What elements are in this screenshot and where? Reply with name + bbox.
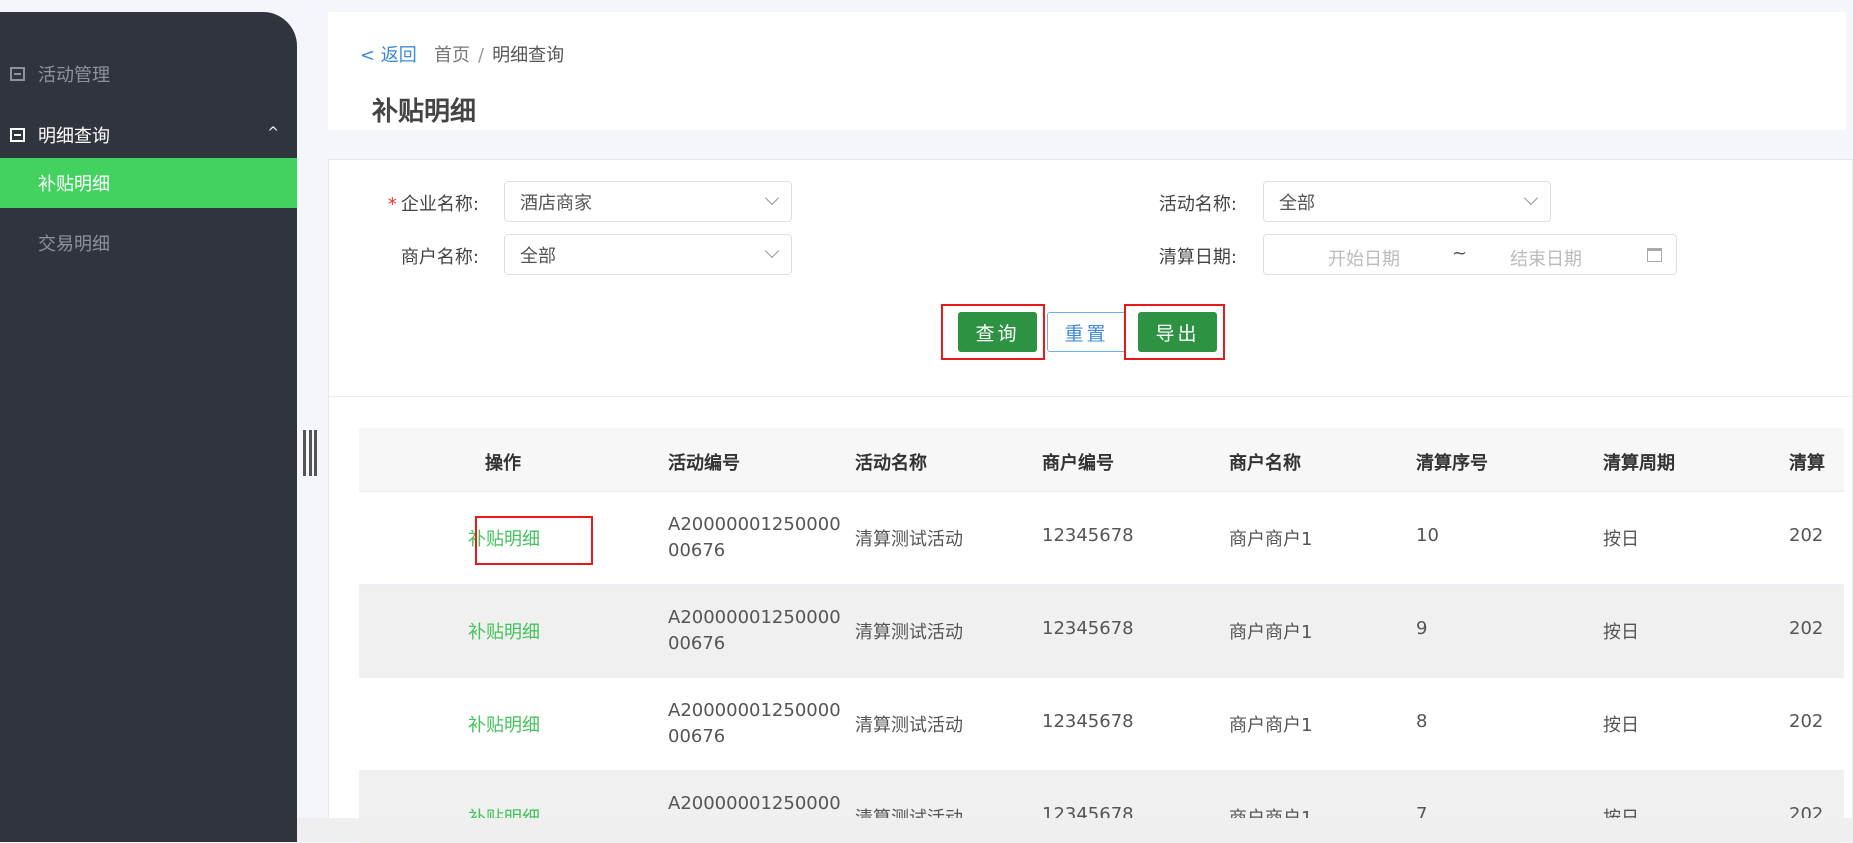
subsidy-detail-link[interactable]: 补贴明细 [468, 618, 540, 644]
activity-code: A2000000125000000676 [668, 700, 841, 747]
settlement-period: 按日 [1603, 622, 1639, 643]
column-header: 清算周期 [1603, 453, 1675, 474]
activity-name: 清算测试活动 [855, 715, 963, 736]
sidebar-item-subsidy-detail[interactable]: 补贴明细 [0, 158, 297, 208]
merchant-select[interactable]: 全部 [504, 234, 792, 275]
form-icon [10, 67, 25, 81]
table-row: 补贴明细 A2000000125000000676 清算测试活动 1234567… [359, 585, 1844, 678]
highlight-box [1124, 304, 1225, 360]
subsidy-detail-link[interactable]: 补贴明细 [468, 711, 540, 737]
settlement-date: 202 [1789, 711, 1824, 732]
sidebar-item-label: 补贴明细 [38, 174, 110, 195]
chevron-up-icon: ^ [267, 125, 279, 141]
data-table: 操作 活动编号 活动名称 商户编号 商户名称 清算序号 清算周期 清算 补贴明细… [359, 428, 1844, 843]
sidebar-item-label: 明细查询 [38, 126, 110, 147]
breadcrumb-home[interactable]: 首页 [434, 45, 470, 66]
chevron-down-icon [1523, 190, 1539, 206]
activity-label: 活动名称: [1158, 194, 1237, 215]
activity-name: 清算测试活动 [855, 529, 963, 550]
settlement-seq: 9 [1416, 618, 1428, 639]
chevron-down-icon [764, 190, 780, 206]
merchant-label: 商户名称: [400, 247, 479, 268]
column-header: 清算序号 [1416, 453, 1488, 474]
chevron-down-icon [764, 243, 780, 259]
date-start-input[interactable]: 开始日期 [1328, 245, 1400, 271]
column-header: 商户名称 [1229, 453, 1301, 474]
date-separator: ~ [1452, 243, 1468, 264]
sidebar-item-activity-management[interactable]: 活动管理 [0, 46, 297, 102]
sidebar-item-label: 活动管理 [38, 65, 110, 86]
highlight-box [941, 304, 1045, 360]
column-header: 商户编号 [1042, 453, 1114, 474]
main-panel: * 企业名称: 酒店商家 活动名称: 全部 商户名称: 全部 清算日期: 开始日期… [328, 159, 1853, 843]
calendar-icon [1647, 248, 1662, 262]
sidebar-item-label: 交易明细 [38, 234, 110, 255]
date-end-input[interactable]: 结束日期 [1510, 245, 1582, 271]
column-header: 活动编号 [668, 453, 740, 474]
date-label: 清算日期: [1158, 247, 1237, 268]
merchant-number: 12345678 [1042, 711, 1134, 732]
breadcrumb-current: 明细查询 [492, 45, 565, 66]
settlement-seq: 10 [1416, 525, 1439, 546]
table-row: 补贴明细 A2000000125000000676 清算测试活动 1234567… [359, 678, 1844, 771]
merchant-name: 商户商户1 [1229, 715, 1313, 736]
merchant-name: 商户商户1 [1229, 529, 1313, 550]
activity-code: A2000000125000000676 [668, 514, 841, 561]
horizontal-scrollbar[interactable] [297, 818, 1853, 842]
highlight-box [475, 516, 593, 565]
activity-code: A2000000125000000676 [668, 607, 841, 654]
column-header: 操作 [485, 453, 521, 474]
sidebar-resize-handle[interactable] [303, 430, 317, 476]
sidebar-item-detail-query[interactable]: 明细查询 ^ [0, 107, 297, 163]
form-icon [10, 128, 25, 142]
required-mark: * [387, 194, 397, 215]
merchant-number: 12345678 [1042, 618, 1134, 639]
settlement-date: 202 [1789, 618, 1824, 639]
activity-name: 清算测试活动 [855, 622, 963, 643]
activity-select[interactable]: 全部 [1263, 181, 1551, 222]
table-header: 操作 活动编号 活动名称 商户编号 商户名称 清算序号 清算周期 清算 [359, 428, 1844, 492]
date-range-picker[interactable]: 开始日期 ~ 结束日期 [1263, 234, 1677, 275]
company-label: * 企业名称: [387, 194, 479, 215]
page-header: < 返回 首页 / 明细查询 补贴明细 [328, 12, 1846, 130]
settlement-date: 202 [1789, 525, 1824, 546]
settlement-period: 按日 [1603, 529, 1639, 550]
back-link[interactable]: < 返回 [360, 41, 417, 67]
sidebar-item-transaction-detail[interactable]: 交易明细 [0, 218, 297, 268]
sidebar: 活动管理 明细查询 ^ 补贴明细 交易明细 [0, 12, 297, 842]
merchant-number: 12345678 [1042, 525, 1134, 546]
settlement-period: 按日 [1603, 715, 1639, 736]
breadcrumb: 首页 / 明细查询 [434, 41, 564, 67]
company-select[interactable]: 酒店商家 [504, 181, 792, 222]
merchant-name: 商户商户1 [1229, 622, 1313, 643]
divider [329, 396, 1853, 397]
column-header: 活动名称 [855, 453, 927, 474]
reset-button[interactable]: 重置 [1047, 312, 1126, 352]
page-title: 补贴明细 [372, 97, 477, 127]
settlement-seq: 8 [1416, 711, 1428, 732]
breadcrumb-separator: / [478, 45, 485, 66]
column-header: 清算 [1789, 453, 1825, 474]
